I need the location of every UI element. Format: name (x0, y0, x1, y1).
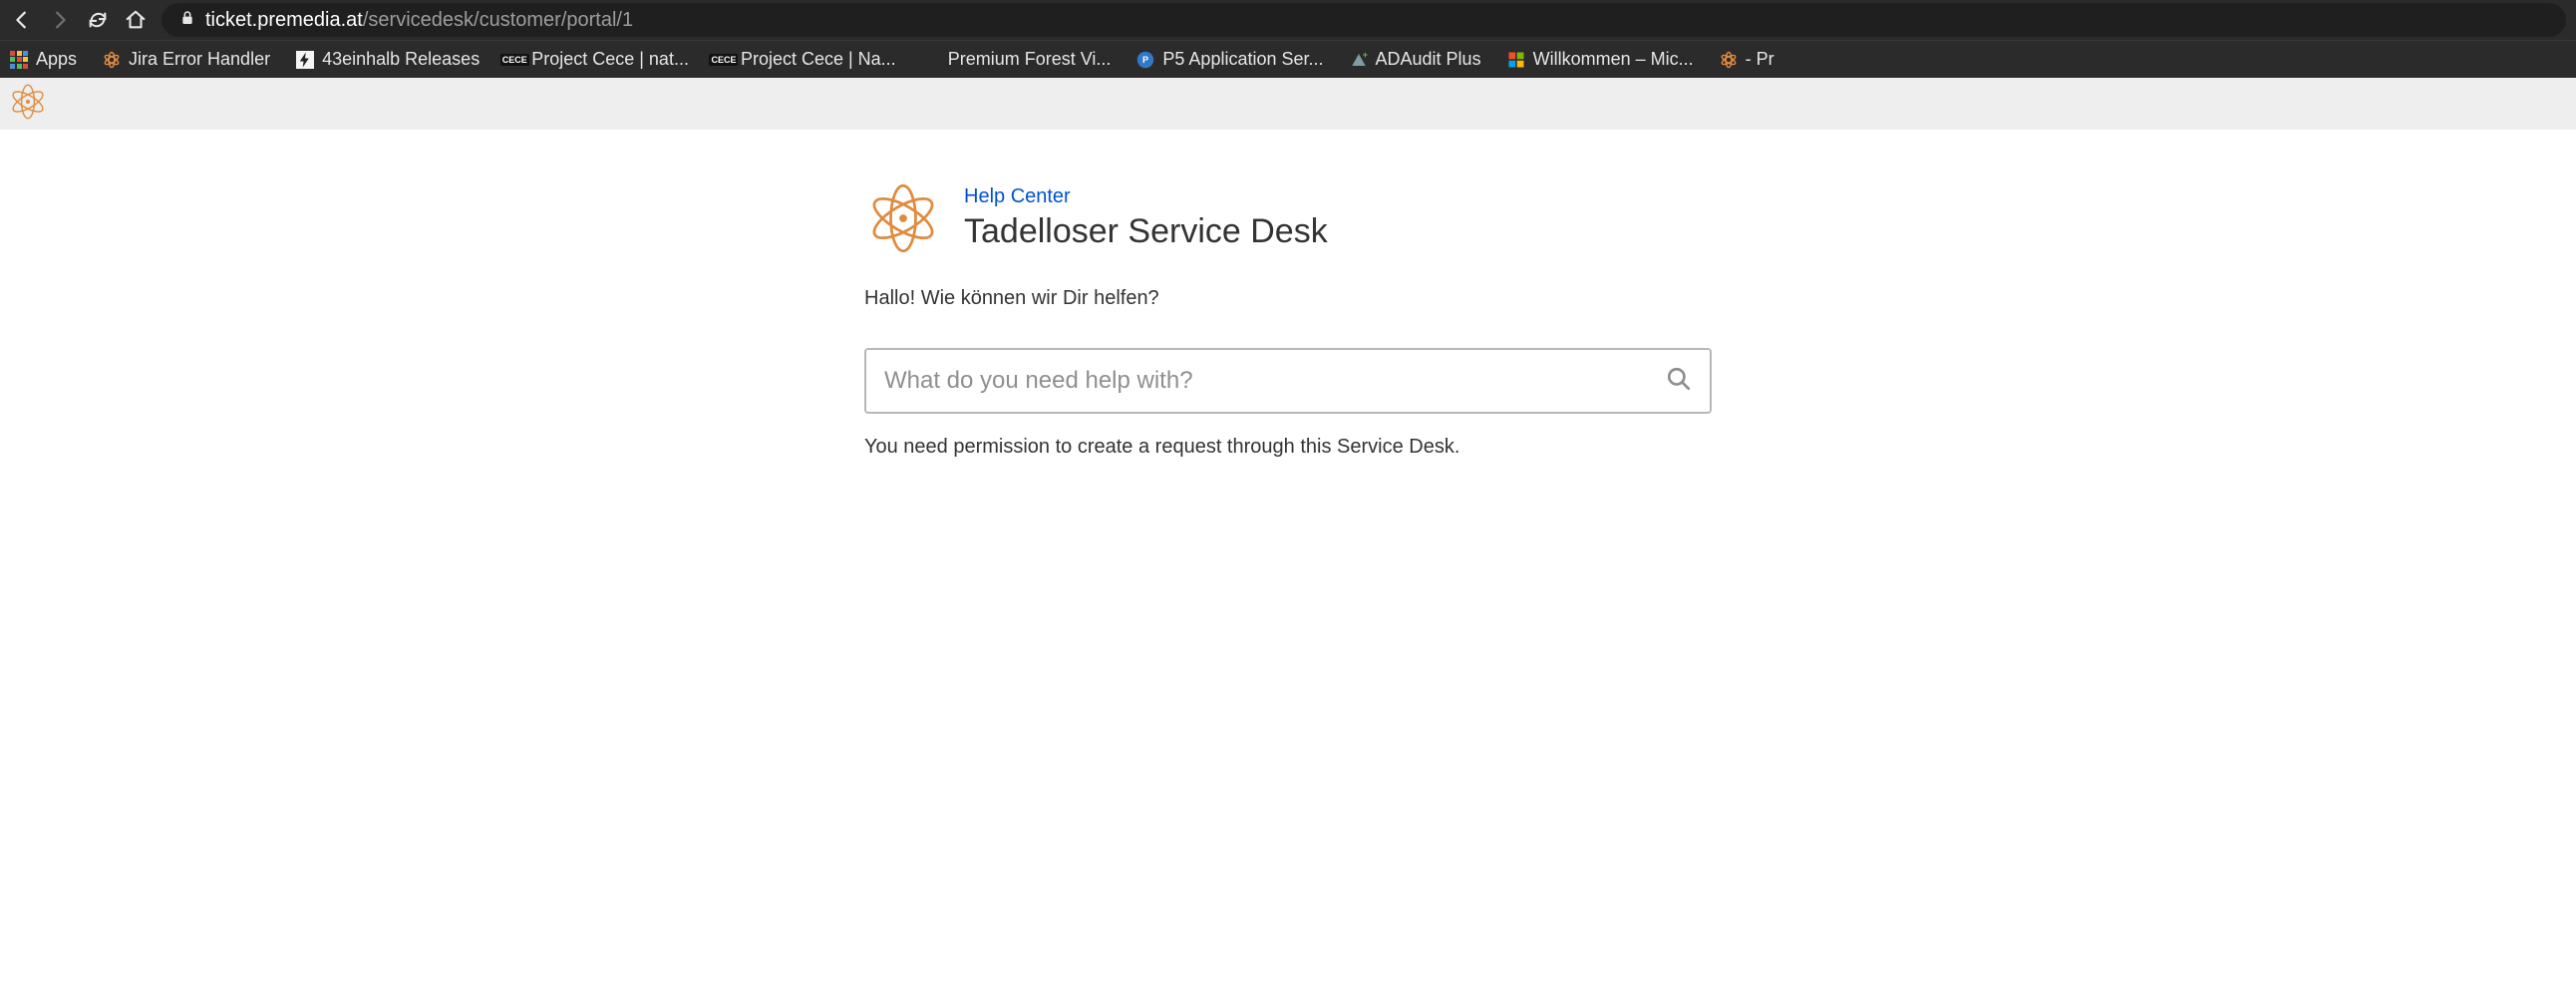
bookmarks-bar: Apps Jira Error Handler 43einhalb Releases… (0, 40, 2576, 78)
portal-logo (864, 179, 942, 257)
bookmark-item[interactable]: CECE Project Cece | Na... (715, 49, 896, 70)
bookmark-item[interactable]: - Pr (1720, 49, 1774, 70)
bookmark-label: Jira Error Handler (129, 49, 270, 70)
atom-icon (8, 82, 48, 122)
bookmark-label: ADAudit Plus (1376, 49, 1481, 70)
search-input[interactable] (884, 367, 1652, 395)
bookmark-label: Apps (36, 49, 77, 70)
reload-icon (87, 9, 109, 31)
atom-icon (864, 179, 942, 257)
bookmark-favicon (922, 51, 940, 69)
bookmark-label: Project Cece | nat... (531, 49, 689, 70)
bookmark-favicon (103, 51, 121, 69)
lock-icon (179, 9, 195, 32)
bookmark-favicon: CECE (505, 51, 523, 69)
portal-header: Help Center Tadelloser Service Desk (864, 179, 1712, 257)
permission-message: You need permission to create a request … (864, 436, 1712, 459)
browser-toolbar: ticket.premedia.at/servicedesk/customer/… (0, 0, 2576, 40)
home-button[interactable] (124, 8, 148, 32)
url-path: /servicedesk/customer/portal/1 (363, 9, 633, 31)
bookmark-item[interactable]: Jira Error Handler (103, 49, 270, 70)
help-center-link[interactable]: Help Center (964, 185, 1071, 208)
browser-chrome: ticket.premedia.at/servicedesk/customer/… (0, 0, 2576, 78)
bookmark-label: - Pr (1746, 49, 1774, 70)
service-desk-title: Tadelloser Service Desk (964, 212, 1328, 251)
bookmark-item[interactable]: Premium Forest Vi... (922, 49, 1112, 70)
search-icon (1666, 366, 1692, 397)
svg-text:+: + (1362, 51, 1367, 60)
nav-back-button[interactable] (10, 8, 34, 32)
bookmark-label: P5 Application Ser... (1162, 49, 1323, 70)
site-logo[interactable] (8, 82, 48, 127)
bookmark-favicon (1507, 51, 1525, 69)
site-header-band (0, 78, 2576, 130)
bookmark-item[interactable]: 43einhalb Releases (296, 49, 480, 70)
bookmark-item[interactable]: Apps (10, 49, 77, 70)
nav-forward-button[interactable] (48, 8, 72, 32)
bookmark-item[interactable]: CECE Project Cece | nat... (505, 49, 689, 70)
url-host: ticket.premedia.at (205, 9, 363, 31)
search-box[interactable] (864, 348, 1712, 414)
bookmark-label: Premium Forest Vi... (948, 49, 1112, 70)
bookmark-item[interactable]: P P5 Application Ser... (1136, 49, 1323, 70)
bookmark-favicon (1720, 51, 1738, 69)
bookmark-favicon (10, 51, 28, 69)
bookmark-label: Willkommen – Mic... (1533, 49, 1694, 70)
reload-button[interactable] (86, 8, 110, 32)
bookmark-favicon: CECE (715, 51, 733, 69)
address-bar[interactable]: ticket.premedia.at/servicedesk/customer/… (161, 3, 2566, 37)
bookmark-favicon: + (1350, 51, 1368, 69)
bookmark-favicon (296, 51, 314, 69)
arrow-right-icon (49, 9, 71, 31)
arrow-left-icon (11, 9, 33, 31)
svg-text:P: P (1142, 55, 1148, 65)
bookmark-label: 43einhalb Releases (322, 49, 480, 70)
bookmark-item[interactable]: Willkommen – Mic... (1507, 49, 1694, 70)
bookmark-favicon: P (1136, 51, 1154, 69)
bookmark-item[interactable]: + ADAudit Plus (1350, 49, 1481, 70)
greeting-text: Hallo! Wie können wir Dir helfen? (864, 287, 1712, 310)
bookmark-label: Project Cece | Na... (741, 49, 896, 70)
portal-container: Help Center Tadelloser Service Desk Hall… (0, 130, 2576, 459)
home-icon (125, 9, 147, 31)
